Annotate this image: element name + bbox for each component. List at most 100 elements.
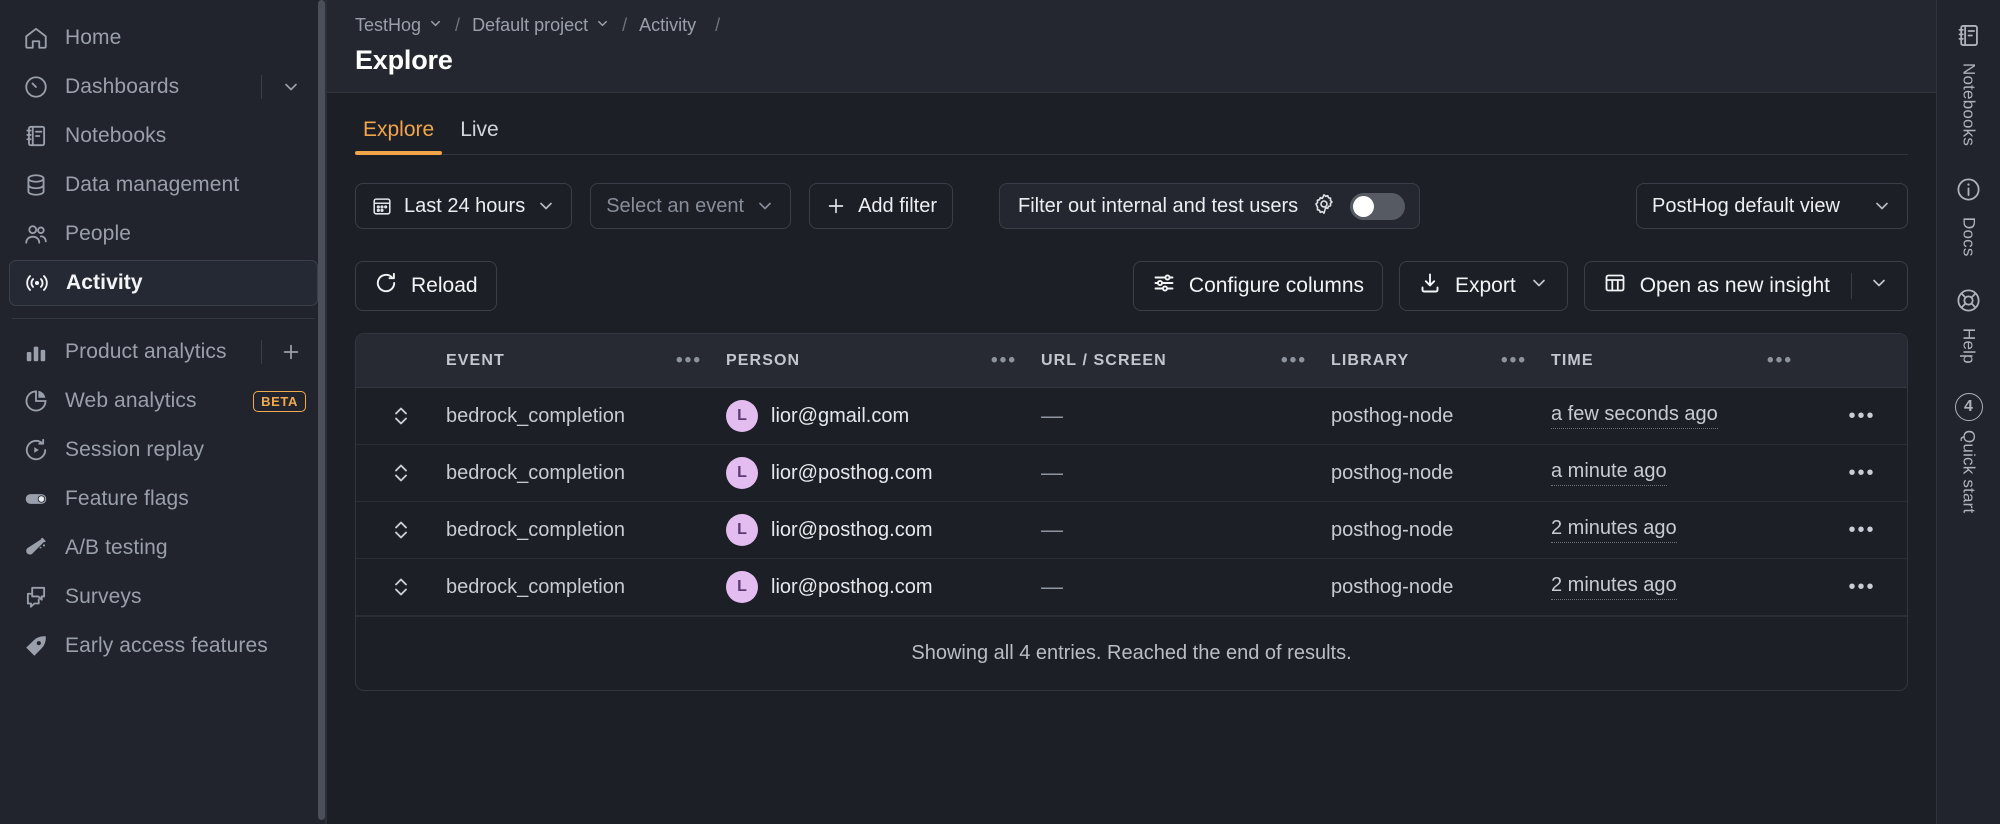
internal-users-toggle[interactable] <box>1350 192 1406 220</box>
view-select[interactable]: PostHog default view <box>1636 183 1908 229</box>
column-header-event[interactable]: EVENT ••• <box>446 350 726 372</box>
rocket-icon <box>21 631 51 661</box>
breadcrumb-section-label: Activity <box>639 14 697 35</box>
row-more-icon[interactable]: ••• <box>1848 462 1875 485</box>
sidebar-new-insight[interactable] <box>261 337 306 367</box>
chevron-down-icon[interactable] <box>1529 273 1549 299</box>
date-range-picker[interactable]: Last 24 hours <box>355 183 573 229</box>
sort-updown-icon[interactable] <box>356 574 446 600</box>
sort-updown-icon[interactable] <box>356 403 446 429</box>
column-menu-icon[interactable]: ••• <box>1501 350 1527 372</box>
sidebar-divider <box>12 318 315 319</box>
column-header-url-screen[interactable]: URL / SCREEN ••• <box>1041 350 1331 372</box>
row-sort-handle[interactable] <box>356 574 446 600</box>
internal-users-label: Filter out internal and test users <box>1018 194 1299 217</box>
row-actions-menu[interactable]: ••• <box>1817 576 1907 599</box>
rail-item-docs[interactable]: Docs <box>1937 164 2000 271</box>
person-email: lior@posthog.com <box>771 575 933 598</box>
breadcrumb-section[interactable]: Activity <box>639 15 703 36</box>
event-select[interactable]: Select an event <box>590 183 792 229</box>
configure-columns-button[interactable]: Configure columns <box>1132 261 1383 311</box>
cell-person[interactable]: L lior@posthog.com <box>726 514 1041 546</box>
tab-live[interactable]: Live <box>452 118 507 154</box>
sidebar-item-early-access-features[interactable]: Early access features <box>9 623 318 669</box>
table-row[interactable]: bedrock_completion L lior@posthog.com — … <box>356 445 1907 502</box>
empty-value: — <box>1041 460 1063 485</box>
export-button[interactable]: Export <box>1399 261 1568 311</box>
column-header-label: EVENT <box>446 351 505 369</box>
sidebar-item-notebooks[interactable]: Notebooks <box>9 113 318 159</box>
dashboard-gauge-icon <box>21 72 51 102</box>
row-actions-menu[interactable]: ••• <box>1817 519 1907 542</box>
sidebar-item-web-analytics[interactable]: Web analytics BETA <box>9 378 318 424</box>
table-icon <box>1603 271 1627 301</box>
row-sort-handle[interactable] <box>356 403 446 429</box>
notebook-icon <box>21 121 51 151</box>
table-row[interactable]: bedrock_completion L lior@posthog.com — … <box>356 502 1907 559</box>
add-filter-button[interactable]: Add filter <box>809 183 954 229</box>
cell-url-screen: — <box>1041 460 1331 486</box>
column-menu-icon[interactable]: ••• <box>676 350 702 372</box>
open-as-new-insight-button[interactable]: Open as new insight <box>1583 261 1908 311</box>
cell-person[interactable]: L lior@posthog.com <box>726 571 1041 603</box>
column-menu-icon[interactable]: ••• <box>1281 350 1307 372</box>
sidebar-item-feature-flags[interactable]: Feature flags <box>9 476 318 522</box>
cell-person[interactable]: L lior@gmail.com <box>726 400 1041 432</box>
page-title: Explore <box>355 45 453 75</box>
internal-users-filter[interactable]: Filter out internal and test users <box>999 183 1421 229</box>
chevron-down-icon <box>536 196 556 216</box>
sidebar-item-dashboards[interactable]: Dashboards <box>9 64 318 110</box>
row-actions-menu[interactable]: ••• <box>1817 462 1907 485</box>
row-more-icon[interactable]: ••• <box>1848 405 1875 428</box>
row-sort-handle[interactable] <box>356 460 446 486</box>
table-row[interactable]: bedrock_completion L lior@posthog.com — … <box>356 559 1907 616</box>
sidebar-item-product-analytics[interactable]: Product analytics <box>9 329 318 375</box>
sidebar-item-people[interactable]: People <box>9 211 318 257</box>
column-header-library[interactable]: LIBRARY ••• <box>1331 350 1551 372</box>
column-header-label: PERSON <box>726 351 801 369</box>
row-more-icon[interactable]: ••• <box>1848 519 1875 542</box>
sidebar-item-home[interactable]: Home <box>9 15 318 61</box>
row-actions-menu[interactable]: ••• <box>1817 405 1907 428</box>
column-menu-icon[interactable]: ••• <box>1767 350 1793 372</box>
gear-icon[interactable] <box>1312 192 1336 221</box>
column-header-time[interactable]: TIME ••• <box>1551 350 1817 372</box>
rail-item-help[interactable]: Help <box>1937 275 2000 378</box>
sidebar-item-ab-testing[interactable]: A/B testing <box>9 525 318 571</box>
column-menu-icon[interactable]: ••• <box>991 350 1017 372</box>
cell-person[interactable]: L lior@posthog.com <box>726 457 1041 489</box>
tab-explore[interactable]: Explore <box>355 118 443 155</box>
cell-time: a minute ago <box>1551 460 1817 486</box>
chevron-down-icon[interactable] <box>276 72 306 102</box>
reload-button[interactable]: Reload <box>355 261 497 311</box>
breadcrumb-org[interactable]: TestHog <box>355 15 443 36</box>
sidebar-item-surveys[interactable]: Surveys <box>9 574 318 620</box>
table-footer: Showing all 4 entries. Reached the end o… <box>356 616 1907 690</box>
sort-updown-icon[interactable] <box>356 460 446 486</box>
cell-url-screen: — <box>1041 517 1331 543</box>
row-more-icon[interactable]: ••• <box>1848 576 1875 599</box>
action-bar-right: Configure columns Export Open as new ins… <box>1132 261 1908 311</box>
divider <box>261 75 262 99</box>
sort-updown-icon[interactable] <box>356 517 446 543</box>
row-sort-handle[interactable] <box>356 517 446 543</box>
sidebar-item-data-management[interactable]: Data management <box>9 162 318 208</box>
sidebar-item-activity[interactable]: Activity <box>9 260 318 306</box>
people-icon <box>21 219 51 249</box>
sidebar-dashboards-expand[interactable] <box>261 72 306 102</box>
chevron-down-icon[interactable] <box>1869 273 1889 299</box>
table-row[interactable]: bedrock_completion L lior@gmail.com — po… <box>356 388 1907 445</box>
breadcrumb-project[interactable]: Default project <box>472 15 610 36</box>
cell-time: 2 minutes ago <box>1551 574 1817 600</box>
sidebar-item-label: Dashboards <box>65 75 180 98</box>
rail-item-notebooks[interactable]: Notebooks <box>1937 10 2000 160</box>
column-header-person[interactable]: PERSON ••• <box>726 350 1041 372</box>
reload-icon <box>374 271 398 301</box>
sidebar-scrollbar[interactable] <box>318 0 325 820</box>
breadcrumb-project-label: Default project <box>472 14 589 35</box>
plus-icon[interactable] <box>276 337 306 367</box>
filter-bar: Last 24 hours Select an event Add filter… <box>355 155 1908 233</box>
cell-event: bedrock_completion <box>446 518 625 541</box>
rail-item-quick-start[interactable]: 4 Quick start <box>1937 381 2000 527</box>
sidebar-item-session-replay[interactable]: Session replay <box>9 427 318 473</box>
